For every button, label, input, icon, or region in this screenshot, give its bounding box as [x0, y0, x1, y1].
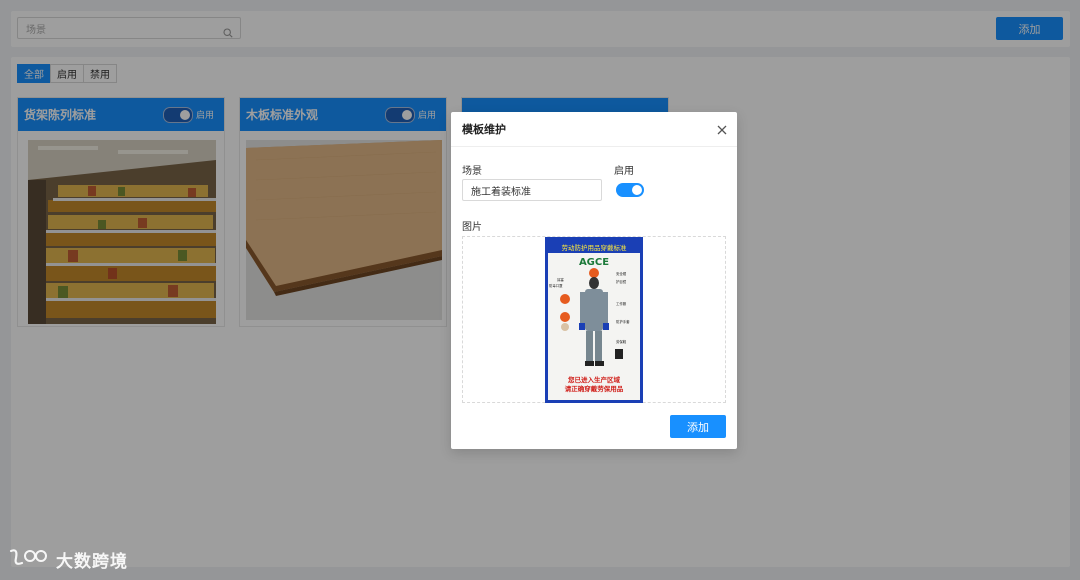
watermark-logo-icon	[8, 546, 50, 572]
close-icon[interactable]	[717, 120, 727, 139]
poster-label-goggles: 护目镜	[616, 279, 627, 284]
scene-field[interactable]	[462, 179, 602, 201]
image-upload-area[interactable]: 劳动防护用品穿戴标准 AGCE 耳塞 防毒口罩 安全帽 护目镜 工作服 防护手套…	[462, 236, 726, 403]
poster-label-gloves: 防护手套	[616, 319, 630, 324]
poster-label-helmet: 安全帽	[616, 271, 627, 276]
dialog-header: 模板维护	[451, 112, 737, 147]
template-edit-dialog: 模板维护 场景 启用 图片 劳动防护用品穿戴标准 AGCE	[451, 112, 737, 449]
image-label: 图片	[462, 222, 482, 233]
enable-toggle[interactable]	[616, 183, 644, 197]
enable-label: 启用	[614, 166, 634, 177]
ppe-poster-image: 劳动防护用品穿戴标准 AGCE 耳塞 防毒口罩 安全帽 护目镜 工作服 防护手套…	[545, 237, 643, 403]
poster-header: 劳动防护用品穿戴标准	[562, 243, 628, 252]
poster-label-shoes: 劳保鞋	[616, 339, 627, 344]
poster-label-earplug: 耳塞	[557, 277, 564, 282]
watermark: 大数跨境	[8, 546, 128, 572]
poster-label-workwear: 工作服	[616, 301, 627, 306]
dialog-add-button[interactable]: 添加	[670, 415, 726, 438]
poster-footer-line1: 您已进入生产区域	[568, 375, 621, 384]
scene-label: 场景	[462, 166, 482, 177]
poster-brand: AGCE	[579, 257, 609, 268]
dialog-title: 模板维护	[462, 123, 506, 136]
scene-input[interactable]	[463, 180, 601, 201]
poster-label-mask: 防毒口罩	[549, 283, 563, 288]
poster-footer-line2: 请正确穿戴劳保用品	[565, 384, 624, 393]
watermark-text: 大数跨境	[56, 551, 128, 572]
